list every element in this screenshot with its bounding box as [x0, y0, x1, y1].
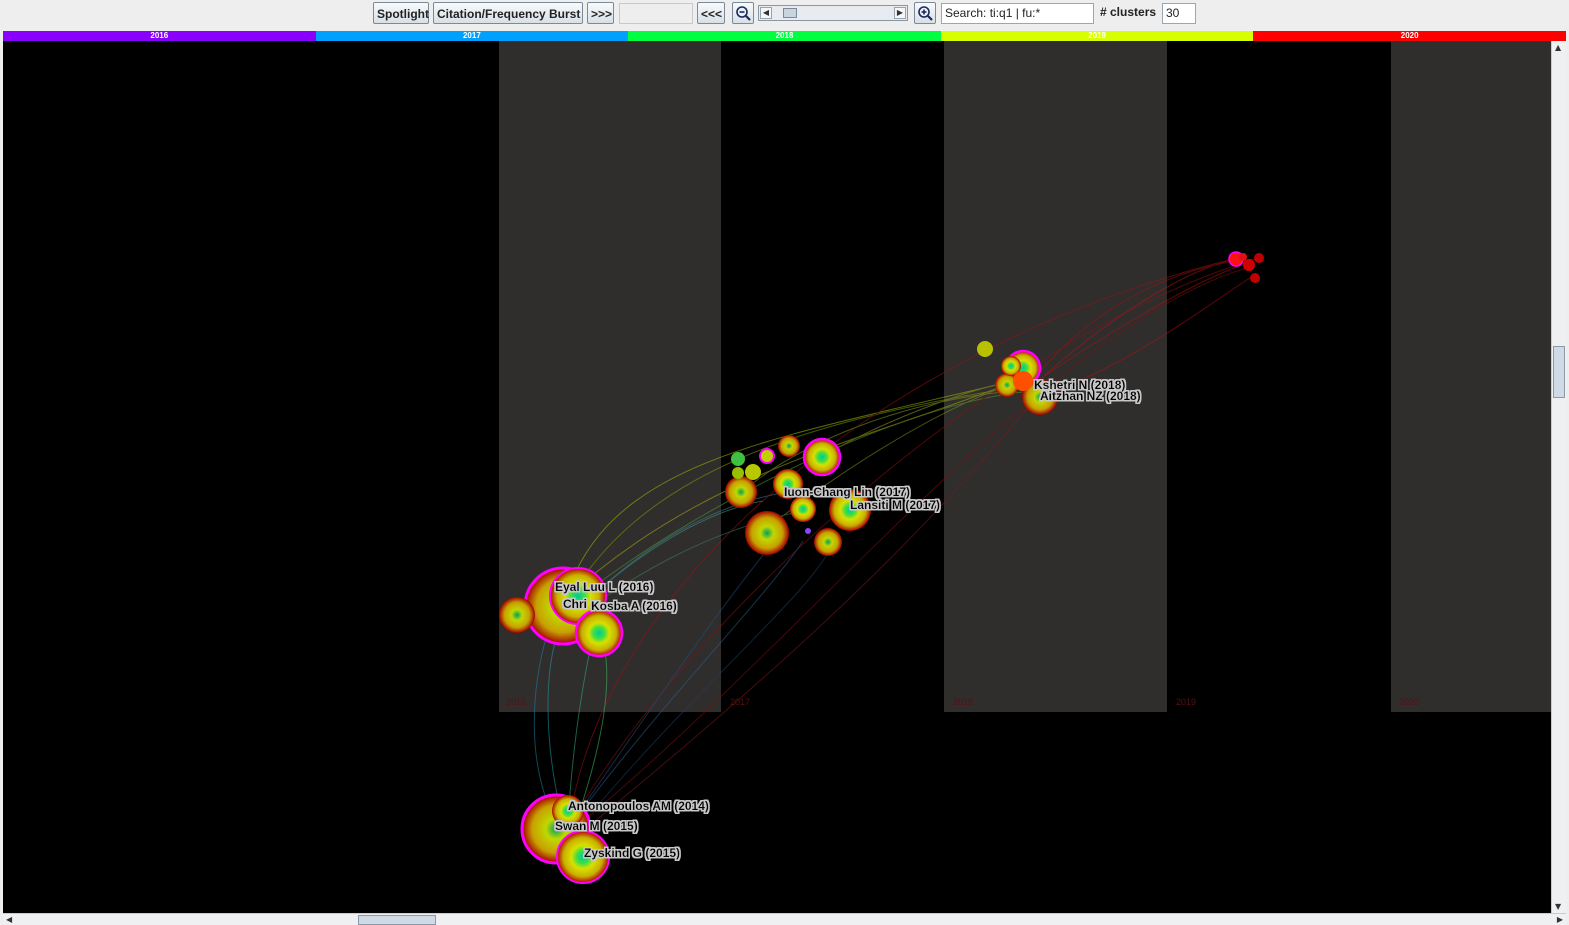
year-segment: 2017 [315, 31, 629, 41]
node-label: Chri [563, 597, 587, 611]
citation-node[interactable] [745, 464, 761, 480]
empty-field [619, 3, 693, 24]
year-segment: 2016 [3, 31, 316, 41]
scroll-right-arrow-icon[interactable]: ▶ [1557, 915, 1563, 924]
node-label: Iuon-Chang Lin (2017) [784, 485, 910, 499]
citation-node[interactable] [499, 597, 535, 633]
horizontal-scroll-thumb[interactable] [358, 915, 436, 925]
zoom-out-button[interactable] [732, 2, 754, 24]
citation-node[interactable] [1254, 253, 1264, 263]
scroll-up-arrow-icon[interactable]: ▲ [1555, 43, 1561, 52]
citation-node[interactable] [574, 608, 624, 658]
year-segment: 2018 [628, 31, 941, 41]
timeline-year-bar: 2016 2017 2018 2019 2020 [3, 31, 1566, 41]
network-graph[interactable]: 2016 2017 2018 2019 2020 Eyal Luu L (201… [3, 41, 1551, 913]
citation-node[interactable] [1013, 371, 1033, 391]
column-year-label: 2018 [953, 697, 973, 707]
node-label: Lansiti M (2017) [850, 498, 940, 512]
node-label: Eyal Luu L (2016) [555, 580, 653, 594]
citation-node[interactable] [814, 528, 842, 556]
vertical-scrollbar[interactable]: ▲ ▼ [1551, 41, 1566, 913]
column-year-label: 2016 [506, 697, 526, 707]
toolbar: Spotlight Citation/Frequency Burst >>> <… [0, 0, 1569, 30]
scroll-left-arrow-icon[interactable]: ◀ [6, 915, 12, 924]
citation-node[interactable] [759, 448, 775, 464]
citation-node[interactable] [1243, 259, 1255, 271]
slider-right-arrow-icon[interactable]: ▶ [894, 7, 906, 19]
citation-node[interactable] [1239, 253, 1247, 261]
network-canvas[interactable]: 2016 2017 2018 2019 2020 Eyal Luu L (201… [3, 41, 1551, 913]
slider-left-arrow-icon[interactable]: ◀ [760, 7, 772, 19]
citation-node[interactable] [745, 511, 789, 555]
citation-burst-button[interactable]: Citation/Frequency Burst [433, 2, 583, 24]
year-band [944, 41, 1167, 712]
citation-node[interactable] [805, 528, 811, 534]
citation-node[interactable] [732, 467, 744, 479]
clusters-label: # clusters [1100, 5, 1157, 19]
column-year-label: 2020 [1399, 697, 1419, 707]
zoom-in-icon [918, 6, 933, 21]
year-segment: 2020 [1253, 31, 1566, 41]
scroll-down-arrow-icon[interactable]: ▼ [1555, 902, 1561, 911]
citation-node[interactable] [977, 341, 993, 357]
zoom-in-button[interactable] [914, 2, 936, 24]
citation-node[interactable] [725, 476, 757, 508]
search-input[interactable]: Search: ti:q1 | fu:* [941, 3, 1094, 24]
citation-node[interactable] [790, 496, 816, 522]
zoom-out-icon [736, 6, 751, 21]
node-label: Zyskind G (2015) [584, 846, 680, 860]
back-button[interactable]: <<< [697, 2, 725, 24]
citation-node[interactable] [1250, 273, 1260, 283]
year-band [1391, 41, 1551, 712]
year-segment: 2019 [940, 31, 1254, 41]
node-label: Kosba A (2016) [591, 599, 677, 613]
slider-thumb[interactable] [783, 8, 797, 18]
node-label: Aitzhan NZ (2018) [1040, 389, 1141, 403]
citespace-window: Spotlight Citation/Frequency Burst >>> <… [0, 0, 1569, 925]
citation-node[interactable] [731, 452, 745, 466]
forward-button[interactable]: >>> [587, 2, 614, 24]
column-year-label: 2019 [1176, 697, 1196, 707]
node-label: Swan M (2015) [555, 819, 638, 833]
spotlight-button[interactable]: Spotlight [373, 2, 429, 24]
vertical-scroll-thumb[interactable] [1553, 346, 1565, 398]
citation-node[interactable] [802, 437, 842, 477]
horizontal-scrollbar[interactable]: ◀ ▶ [3, 913, 1566, 925]
clusters-input[interactable]: 30 [1162, 3, 1196, 24]
node-label: Antonopoulos AM (2014) [568, 799, 709, 813]
zoom-slider[interactable]: ◀ ▶ [758, 5, 908, 21]
citation-node[interactable] [778, 435, 800, 457]
